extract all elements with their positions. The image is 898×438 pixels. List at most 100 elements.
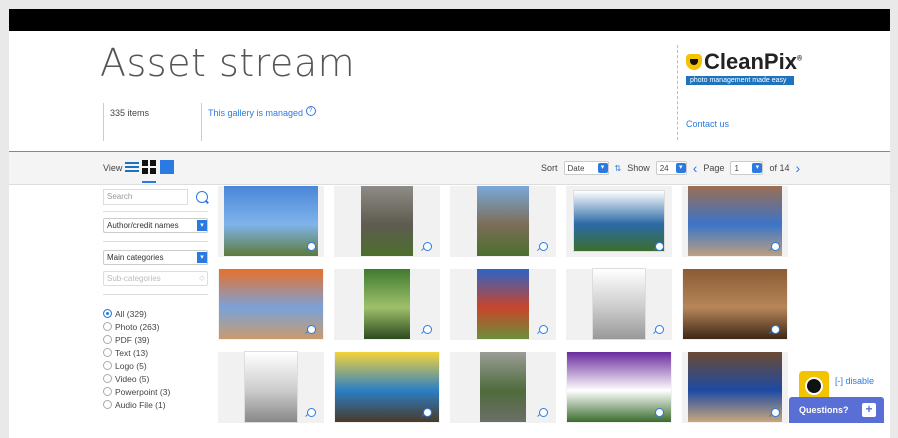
show-label: Show [627, 163, 650, 173]
zoom-icon[interactable] [539, 242, 548, 251]
asset-thumbnail[interactable] [566, 352, 672, 423]
next-page-icon[interactable]: › [795, 161, 800, 175]
chevron-down-icon: ▾ [197, 252, 207, 263]
page-label: Page [703, 163, 725, 173]
zoom-icon[interactable] [423, 408, 432, 417]
contact-link[interactable]: Contact us [686, 119, 729, 129]
zoom-icon[interactable] [771, 408, 780, 417]
zoom-icon[interactable] [423, 325, 432, 334]
tile-view-icon[interactable] [160, 160, 174, 174]
divider [103, 241, 208, 242]
asset-grid [218, 186, 788, 423]
filter-text[interactable]: Text (13) [103, 346, 208, 359]
filter-audio[interactable]: Audio File (1) [103, 398, 208, 411]
help-icon[interactable]: ? [305, 106, 316, 116]
smiley-icon [686, 54, 702, 70]
asset-thumbnail[interactable] [566, 269, 672, 340]
asset-thumbnail[interactable] [566, 186, 672, 257]
zoom-icon[interactable] [307, 325, 316, 334]
main-categories-select[interactable]: Main categories ▾ [103, 250, 208, 265]
asset-image[interactable] [361, 186, 413, 256]
zoom-icon[interactable] [539, 325, 548, 334]
asset-thumbnail[interactable] [218, 352, 324, 423]
asset-thumbnail[interactable] [334, 269, 440, 340]
show-select[interactable]: 24 ▾ [655, 161, 687, 175]
active-view-indicator [142, 181, 156, 183]
chevron-down-icon: ▾ [752, 163, 763, 173]
logo-tagline: photo management made easy [686, 76, 794, 85]
cleanpix-logo: CleanPix® [686, 49, 802, 75]
asset-thumbnail[interactable] [334, 352, 440, 423]
zoom-icon[interactable] [307, 408, 316, 417]
toolbar: View Sort Date ▾ ⇅ Show 24 ▾ ‹ Page 1 ▾ of … [9, 152, 890, 185]
zoom-icon[interactable] [771, 242, 780, 251]
asset-thumbnail[interactable] [450, 186, 556, 257]
asset-image[interactable] [574, 191, 664, 251]
list-view-icon[interactable] [125, 160, 139, 174]
asset-image[interactable] [480, 352, 526, 422]
asset-image[interactable] [477, 186, 529, 256]
page-total: of 14 [769, 163, 790, 173]
filter-sidebar: Search Author/credit names ▾ Main categor… [103, 189, 208, 411]
zoom-icon[interactable] [655, 408, 664, 417]
sort-label: Sort [541, 163, 558, 173]
asset-thumbnail[interactable] [450, 352, 556, 423]
filter-logo[interactable]: Logo (5) [103, 359, 208, 372]
app-frame: Asset stream 335 items This gallery is m… [9, 9, 890, 438]
sort-select[interactable]: Date ▾ [563, 161, 609, 175]
sub-categories-select[interactable]: Sub-categories ◇ [103, 271, 208, 286]
logo-brand: CleanPix® [704, 49, 803, 74]
zoom-icon[interactable] [655, 242, 664, 251]
search-icon[interactable] [196, 191, 208, 203]
asset-image[interactable] [224, 186, 318, 256]
search-row: Search [103, 189, 208, 212]
filter-all[interactable]: All (329) [103, 307, 208, 320]
asset-thumbnail[interactable] [682, 352, 788, 423]
smiley-icon [805, 377, 823, 395]
chevron-down-icon: ▾ [197, 220, 207, 231]
managed-text[interactable]: This gallery is managed [208, 108, 303, 118]
divider [103, 294, 208, 295]
top-bar [9, 9, 890, 31]
asset-thumbnail[interactable] [682, 269, 788, 340]
filter-photo[interactable]: Photo (263) [103, 320, 208, 333]
filter-video[interactable]: Video (5) [103, 372, 208, 385]
asset-thumbnail[interactable] [218, 269, 324, 340]
disable-widget-link[interactable]: [-] disable [835, 376, 874, 386]
page-select[interactable]: 1 ▾ [730, 161, 764, 175]
questions-button[interactable]: Questions? + [789, 397, 884, 423]
zoom-icon[interactable] [771, 325, 780, 334]
sort-order-icon[interactable]: ⇅ [615, 164, 622, 173]
grid-view-icon[interactable] [142, 160, 156, 174]
asset-thumbnail[interactable] [450, 269, 556, 340]
chevron-down-icon: ◇ [199, 275, 205, 282]
page-title: Asset stream [100, 41, 356, 85]
asset-thumbnail[interactable] [682, 186, 788, 257]
zoom-icon[interactable] [655, 325, 664, 334]
asset-image[interactable] [593, 269, 645, 339]
author-select[interactable]: Author/credit names ▾ [103, 218, 208, 233]
logo-area: CleanPix® photo management made easy Con… [677, 45, 802, 140]
asset-thumbnail[interactable] [218, 186, 324, 257]
page-header: Asset stream 335 items This gallery is m… [9, 31, 890, 152]
asset-image[interactable] [245, 352, 297, 422]
search-input[interactable]: Search [103, 189, 189, 205]
filter-powerpoint[interactable]: Powerpoint (3) [103, 385, 208, 398]
view-label: View [103, 163, 123, 173]
asset-image[interactable] [477, 269, 529, 339]
zoom-icon[interactable] [539, 408, 548, 417]
asset-image[interactable] [688, 186, 782, 256]
zoom-icon[interactable] [307, 242, 316, 251]
prev-page-icon[interactable]: ‹ [693, 161, 698, 175]
asset-image[interactable] [688, 352, 782, 422]
plus-icon: + [862, 403, 876, 417]
asset-image[interactable] [364, 269, 410, 339]
asset-thumbnail[interactable] [334, 186, 440, 257]
sort-controls: Sort Date ▾ ⇅ Show 24 ▾ ‹ Page 1 ▾ of 14 › [541, 161, 800, 175]
chevron-down-icon: ▾ [675, 163, 686, 173]
type-filters: All (329) Photo (263) PDF (39) Text (13)… [103, 307, 208, 411]
zoom-icon[interactable] [423, 242, 432, 251]
managed-link[interactable]: This gallery is managed ? [201, 103, 316, 141]
filter-pdf[interactable]: PDF (39) [103, 333, 208, 346]
item-count: 335 items [103, 103, 149, 141]
